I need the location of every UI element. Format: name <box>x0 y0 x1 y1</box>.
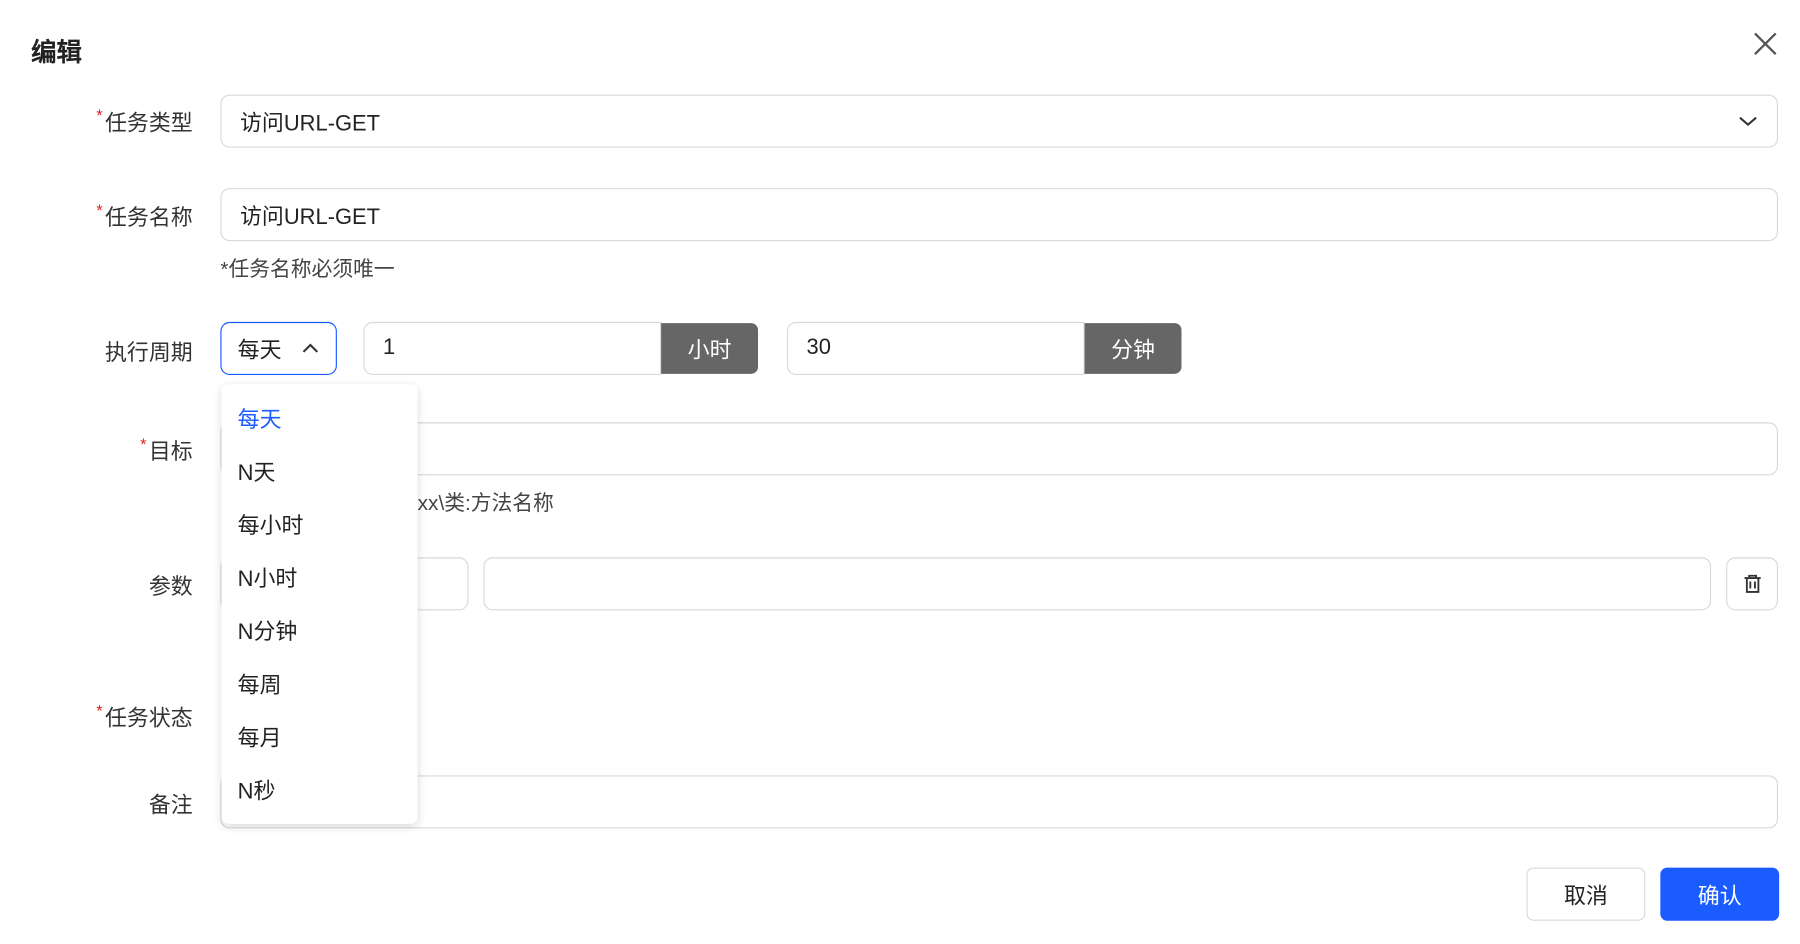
task-type-label: * 任务类型 <box>96 106 193 137</box>
cycle-option[interactable]: 每天 <box>238 403 282 434</box>
hours-input[interactable]: 1 <box>363 321 662 375</box>
cycle-option[interactable]: N小时 <box>238 562 298 593</box>
task-type-value: 访问URL-GET <box>239 111 381 136</box>
params-label: 参数 <box>148 575 193 600</box>
cycle-option[interactable]: N分钟 <box>238 615 298 646</box>
status-label: * 任务状态 <box>96 701 193 732</box>
task-name-value: 访问URL-GET <box>239 204 381 230</box>
task-name-label: * 任务名称 <box>96 200 193 231</box>
task-name-input[interactable]: 访问URL-GET <box>220 188 1779 242</box>
cycle-option[interactable]: 每周 <box>238 668 282 699</box>
chevron-down-icon <box>1739 116 1757 126</box>
delete-param-button[interactable] <box>1726 557 1779 611</box>
target-label: * 目标 <box>140 434 193 465</box>
close-icon[interactable] <box>1749 28 1781 60</box>
cycle-dropdown: 每天 N天 每小时 N小时 N分钟 每周 每月 N秒 <box>221 384 418 824</box>
param-value-input[interactable] <box>483 557 1712 611</box>
dialog-title: 编辑 <box>31 38 82 67</box>
trash-icon <box>1743 574 1761 593</box>
target-hint: xx\类:方法名称 <box>417 491 554 515</box>
target-input[interactable] <box>220 422 1779 476</box>
edit-dialog: 编辑 * 任务类型 访问URL-GET * 任务名称 访问URL-GET *任务名称… <box>0 0 1800 944</box>
cycle-option[interactable]: 每小时 <box>238 509 304 540</box>
chevron-up-icon <box>302 343 319 353</box>
minutes-unit[interactable]: 分钟 <box>1084 323 1182 374</box>
hours-value: 1 <box>383 335 396 360</box>
cycle-option[interactable]: N天 <box>238 456 276 487</box>
cycle-selected: 每天 <box>237 338 282 363</box>
cancel-button[interactable]: 取消 <box>1526 867 1646 921</box>
minutes-input[interactable]: 30 <box>786 321 1085 375</box>
cycle-label: 执行周期 <box>104 341 193 366</box>
cycle-option[interactable]: N秒 <box>238 774 276 805</box>
hours-unit[interactable]: 小时 <box>661 323 759 374</box>
remark-input[interactable] <box>220 775 1779 829</box>
minutes-value: 30 <box>806 335 831 360</box>
confirm-button[interactable]: 确认 <box>1660 867 1780 921</box>
task-name-hint: *任务名称必须唯一 <box>220 257 395 281</box>
remark-label: 备注 <box>148 793 193 819</box>
cycle-option[interactable]: 每月 <box>238 721 282 752</box>
task-type-select[interactable]: 访问URL-GET <box>220 94 1779 148</box>
cycle-select[interactable]: 每天 <box>220 321 337 375</box>
